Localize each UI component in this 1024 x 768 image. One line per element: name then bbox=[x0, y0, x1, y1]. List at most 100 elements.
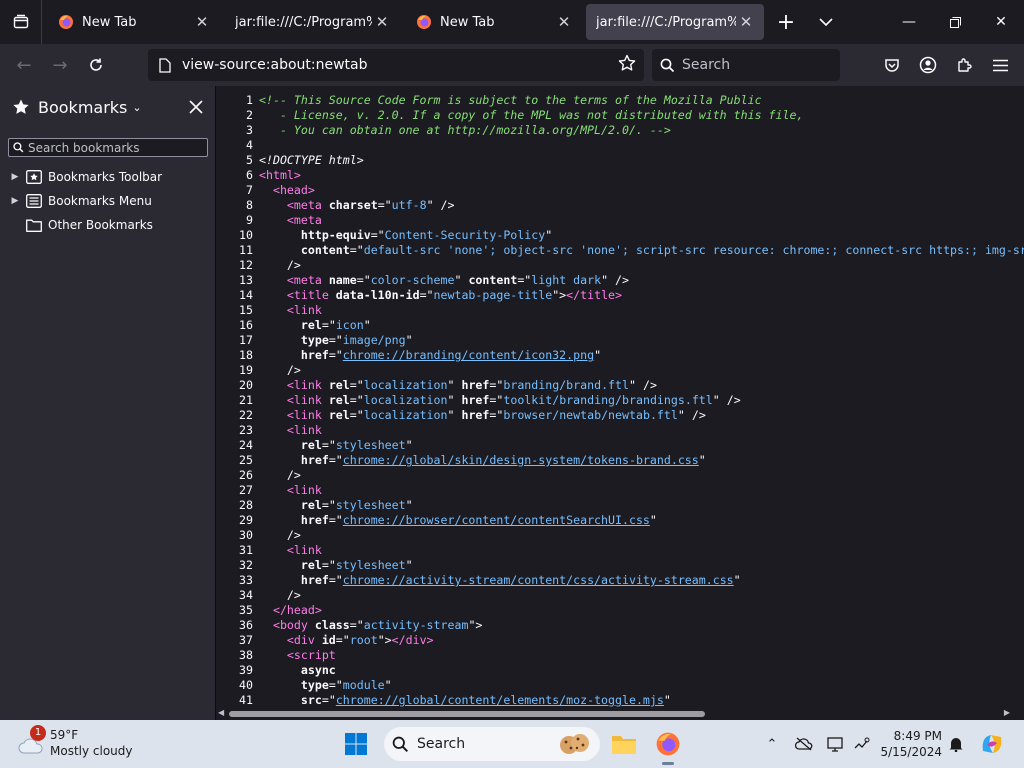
source-token: </div> bbox=[391, 633, 434, 647]
scroll-left-icon[interactable]: ◀ bbox=[218, 708, 224, 717]
source-token: "> bbox=[377, 633, 392, 647]
source-link[interactable]: chrome://browser/content/contentSearchUI… bbox=[343, 513, 650, 527]
source-token bbox=[259, 393, 287, 407]
search-icon bbox=[13, 142, 24, 153]
account-button[interactable] bbox=[910, 44, 946, 86]
source-link[interactable]: chrome://global/content/elements/moz-tog… bbox=[336, 693, 664, 707]
source-line: 31 <link bbox=[217, 543, 1024, 558]
minimize-icon: — bbox=[902, 14, 916, 30]
firefox-icon bbox=[59, 15, 73, 29]
start-button[interactable] bbox=[338, 726, 374, 762]
back-button[interactable]: ← bbox=[6, 44, 42, 86]
horizontal-scrollbar[interactable]: ◀ ▶ bbox=[217, 708, 1024, 720]
source-token: =" bbox=[489, 393, 504, 407]
forward-button[interactable]: → bbox=[42, 44, 78, 86]
line-number: 30 bbox=[239, 528, 253, 542]
folder-icon bbox=[26, 219, 42, 232]
source-token: " bbox=[663, 693, 671, 707]
file-explorer-button[interactable] bbox=[606, 726, 642, 762]
line-number: 21 bbox=[239, 393, 253, 407]
line-number: 28 bbox=[239, 498, 253, 512]
source-token: =" bbox=[370, 228, 385, 242]
source-line: 26 /> bbox=[217, 468, 1024, 483]
pocket-button[interactable] bbox=[874, 44, 910, 86]
reload-button[interactable] bbox=[78, 44, 114, 86]
scroll-right-icon[interactable]: ▶ bbox=[1004, 708, 1010, 717]
tab-1[interactable]: New Tab ✕ bbox=[44, 0, 220, 44]
copilot-icon bbox=[982, 735, 1002, 753]
url-bar[interactable]: view-source:about:newtab bbox=[148, 49, 644, 81]
source-line: 12 /> bbox=[217, 258, 1024, 273]
tab-3[interactable]: New Tab ✕ bbox=[402, 0, 582, 44]
source-token: Content-Security-Policy bbox=[384, 228, 546, 242]
source-token bbox=[259, 183, 273, 197]
close-tab-icon[interactable]: ✕ bbox=[554, 13, 574, 31]
notifications-button[interactable] bbox=[944, 732, 968, 756]
line-number: 20 bbox=[239, 378, 253, 392]
sidebar-item-bookmarks-menu[interactable]: ▶ Bookmarks Menu bbox=[0, 189, 216, 213]
chevron-down-icon bbox=[819, 18, 833, 27]
copilot-button[interactable] bbox=[974, 726, 1010, 762]
show-hidden-icons-button[interactable]: ⌃ bbox=[760, 732, 784, 756]
firefox-icon bbox=[417, 15, 431, 29]
source-line: 38 <script bbox=[217, 648, 1024, 663]
source-token: =" bbox=[321, 438, 336, 452]
source-token: =" bbox=[349, 378, 364, 392]
close-sidebar-button[interactable] bbox=[185, 96, 207, 118]
sidebar-item-other-bookmarks[interactable]: Other Bookmarks bbox=[0, 213, 216, 237]
source-token: activity-stream bbox=[363, 618, 469, 632]
source-token: " /> bbox=[601, 273, 630, 287]
search-bookmarks-input[interactable]: Search bookmarks bbox=[8, 138, 208, 157]
page-icon bbox=[148, 57, 182, 73]
source-token: stylesheet bbox=[335, 438, 406, 452]
source-link[interactable]: chrome://activity-stream/content/css/act… bbox=[343, 573, 734, 587]
list-all-tabs-button[interactable] bbox=[0, 0, 42, 44]
sidebar-item-bookmarks-toolbar[interactable]: ▶ Bookmarks Toolbar bbox=[0, 165, 216, 189]
source-token bbox=[259, 663, 301, 677]
source-link[interactable]: chrome://branding/content/icon32.png bbox=[343, 348, 594, 362]
close-tab-icon[interactable]: ✕ bbox=[736, 13, 756, 31]
close-tab-icon[interactable]: ✕ bbox=[192, 13, 212, 31]
line-number: 26 bbox=[239, 468, 253, 482]
source-token: =" bbox=[328, 678, 343, 692]
display-icon[interactable] bbox=[824, 732, 848, 756]
source-token: <meta bbox=[286, 213, 322, 227]
bookmark-star-icon[interactable] bbox=[618, 54, 636, 76]
source-token: " bbox=[405, 333, 413, 347]
source-link[interactable]: chrome://global/skin/design-system/token… bbox=[343, 453, 699, 467]
source-token: data-l10n-id bbox=[335, 288, 420, 302]
source-token: rel bbox=[300, 558, 322, 572]
system-clock[interactable]: 8:49 PM 5/15/2024 bbox=[862, 728, 942, 760]
new-tab-button[interactable]: + bbox=[766, 0, 806, 44]
puzzle-icon bbox=[957, 57, 972, 72]
scrollbar-thumb[interactable] bbox=[229, 711, 705, 717]
list-tabs-button[interactable] bbox=[806, 0, 846, 44]
source-token: localization bbox=[363, 378, 448, 392]
tab-2[interactable]: jar:file:///C:/Program%20Fi ✕ bbox=[220, 0, 400, 44]
sidebar-header[interactable]: Bookmarks ⌄ bbox=[0, 86, 216, 128]
windows-taskbar: 1 59°F Mostly cloudy Search ⌃ 8:49 PM 5/… bbox=[0, 720, 1024, 768]
onedrive-offline-icon[interactable] bbox=[792, 732, 816, 756]
weather-widget[interactable]: 1 59°F Mostly cloudy bbox=[18, 725, 138, 762]
close-window-button[interactable]: ✕ bbox=[978, 0, 1024, 44]
source-token bbox=[259, 438, 301, 452]
search-bar[interactable]: Search bbox=[652, 49, 840, 81]
app-menu-button[interactable] bbox=[982, 44, 1018, 86]
line-number: 6 bbox=[246, 168, 253, 182]
taskbar-search-box[interactable]: Search bbox=[384, 727, 600, 761]
view-source-content[interactable]: 1 <!-- This Source Code Form is subject t… bbox=[217, 86, 1024, 720]
close-tab-icon[interactable]: ✕ bbox=[372, 13, 392, 31]
minimize-button[interactable]: — bbox=[886, 0, 932, 44]
tab-4-selected[interactable]: jar:file:///C:/Program%20F ✕ bbox=[586, 4, 764, 40]
sidebar-item-label: Bookmarks Toolbar bbox=[48, 170, 163, 184]
source-token: content bbox=[468, 273, 518, 287]
source-token: browser/newtab/newtab.ftl bbox=[503, 408, 678, 422]
source-token: rel bbox=[328, 408, 350, 422]
sidebar-item-label: Other Bookmarks bbox=[48, 218, 153, 232]
source-token: =" bbox=[349, 618, 364, 632]
firefox-taskbar-button[interactable] bbox=[650, 726, 686, 765]
extensions-button[interactable] bbox=[946, 44, 982, 86]
source-line: 22 <link rel="localization" href="browse… bbox=[217, 408, 1024, 423]
restore-button[interactable] bbox=[932, 0, 978, 44]
source-token: " bbox=[447, 378, 462, 392]
